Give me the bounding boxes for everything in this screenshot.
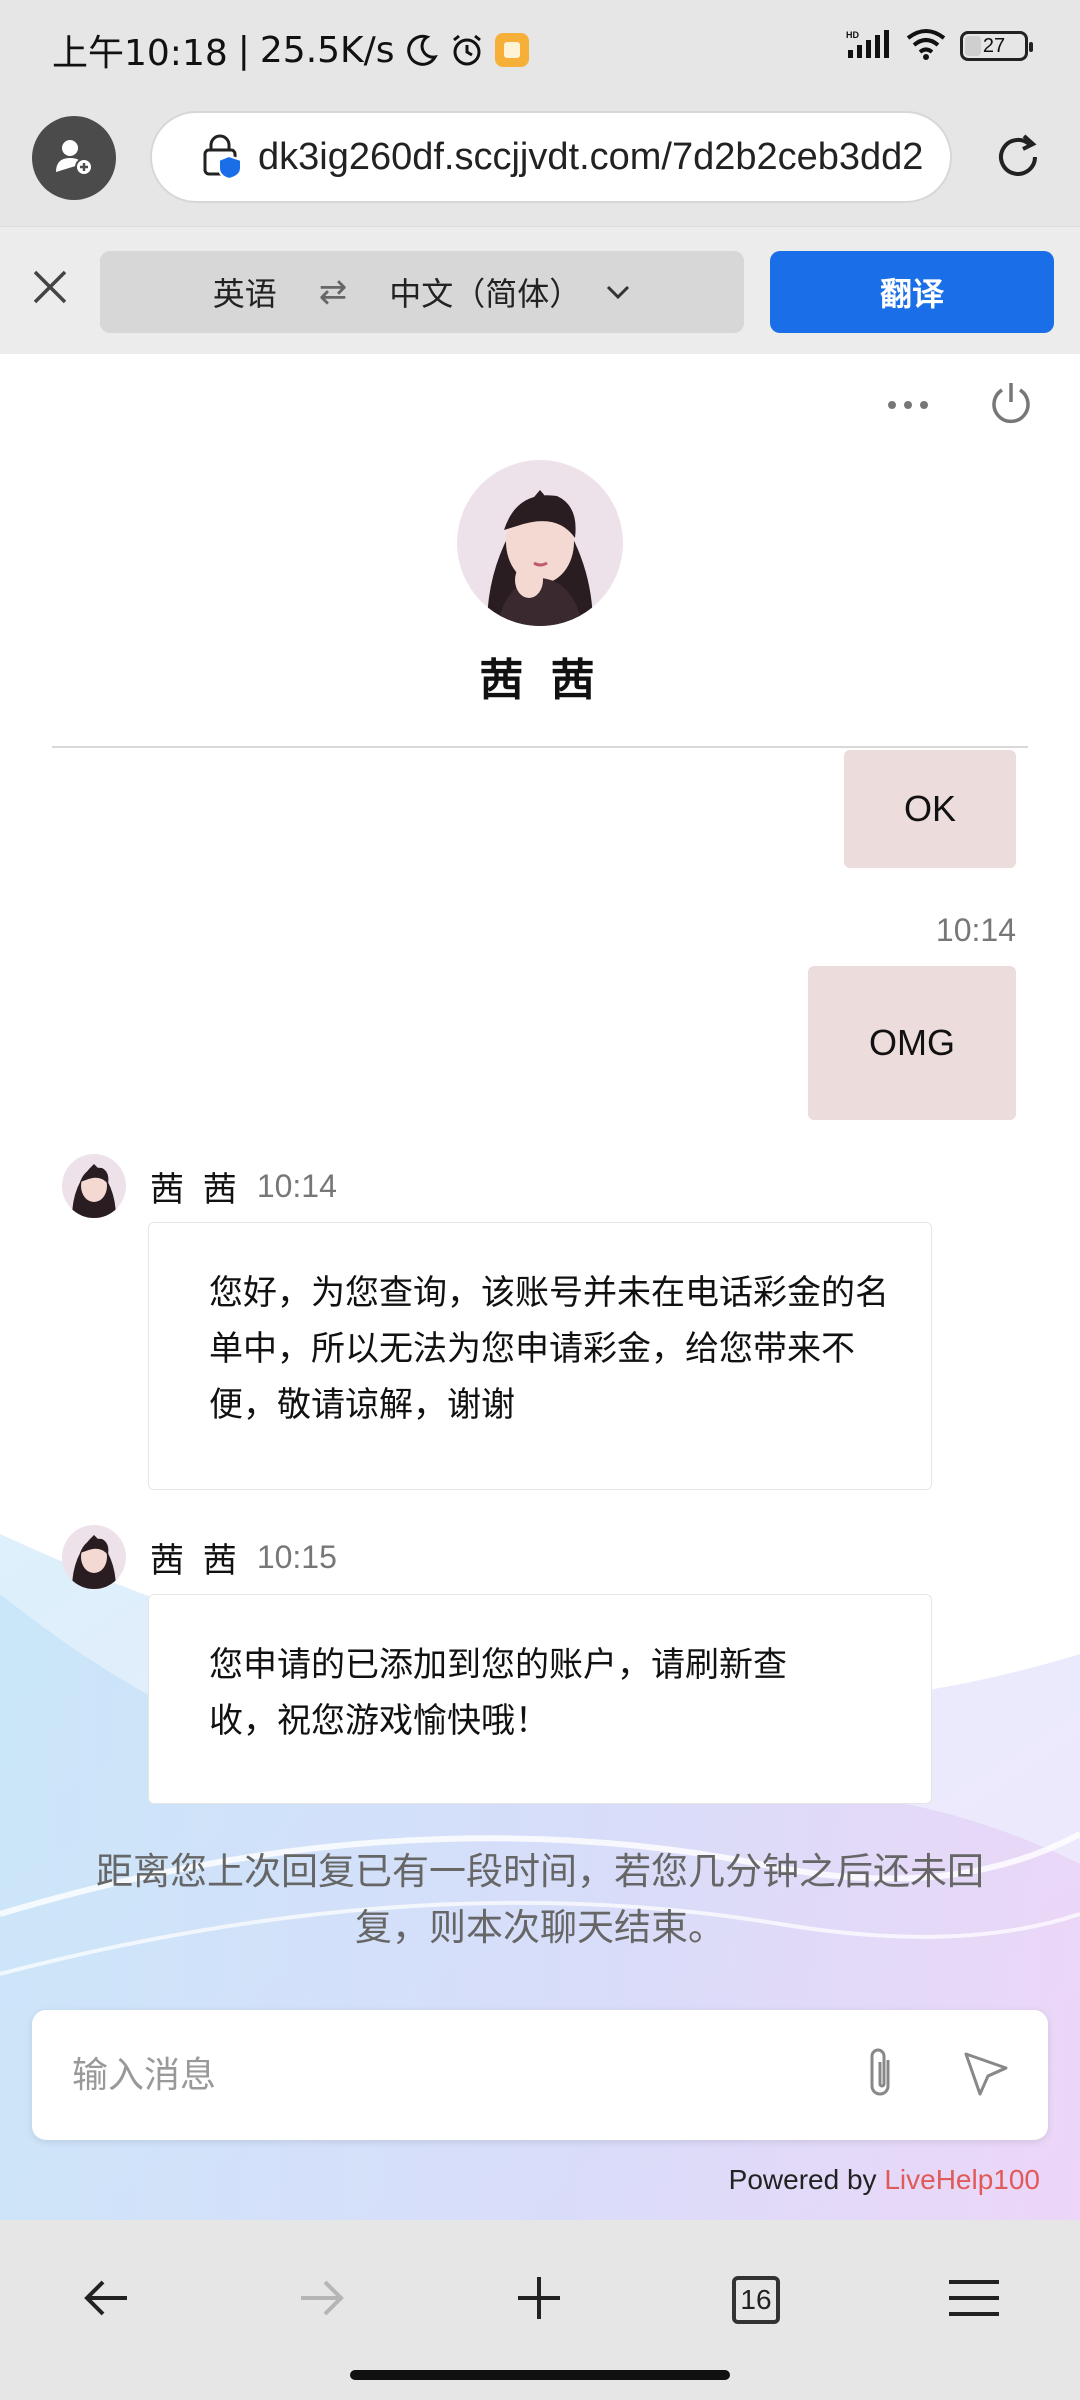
add-profile-icon [52, 134, 96, 182]
attach-button[interactable] [852, 2048, 908, 2104]
more-options-button[interactable] [880, 382, 936, 428]
more-dots-icon [886, 396, 930, 415]
back-icon [81, 2276, 131, 2324]
sender-name: 茜 茜 [150, 1540, 241, 1581]
status-bar: 上午10:18 | 25.5K/s HD 27 [0, 0, 1080, 96]
powered-by-link[interactable]: LiveHelp100 [884, 2164, 1040, 2195]
powered-by: Powered by LiveHelp100 [729, 2164, 1040, 2196]
forward-icon [297, 2276, 347, 2324]
new-tab-button[interactable] [499, 2260, 579, 2340]
moon-icon [405, 33, 439, 67]
svg-text:HD: HD [846, 30, 859, 40]
address-bar[interactable]: dk3ig260df.sccjjvdt.com/7d2b2ceb3dd2 [150, 111, 952, 203]
battery-icon: 27 [960, 31, 1033, 61]
notification-app-icon [494, 33, 529, 67]
agent-avatar [457, 460, 623, 626]
back-button[interactable] [66, 2260, 146, 2340]
powered-by-label: Powered by [728, 2164, 877, 2195]
message-time: 10:14 [256, 1167, 337, 1204]
menu-button[interactable] [934, 2260, 1014, 2340]
message-input[interactable] [72, 2045, 832, 2105]
outgoing-timestamp: 10:14 [935, 912, 1016, 948]
send-button[interactable] [956, 2046, 1016, 2106]
status-time: 上午10:18 [52, 33, 228, 74]
network-speed: 25.5K/s [259, 29, 395, 71]
alarm-icon [449, 32, 485, 68]
translate-button[interactable]: 翻译 [770, 251, 1054, 333]
secure-lock-icon[interactable] [200, 134, 246, 180]
reload-icon [991, 130, 1045, 188]
send-icon [960, 2048, 1012, 2104]
outgoing-message: OK [844, 750, 1016, 868]
menu-icon [947, 2276, 1001, 2324]
translate-close-button[interactable] [26, 265, 74, 313]
battery-fill [965, 36, 981, 56]
incoming-message: 您申请的已添加到您的账户，请刷新查收，祝您游戏愉快哦！ [148, 1594, 932, 1804]
reload-button[interactable] [988, 129, 1048, 189]
agent-avatar-small [62, 1154, 126, 1218]
outgoing-message: OMG [808, 966, 1016, 1120]
power-icon [988, 380, 1034, 430]
agent-name: 茜 茜 [479, 655, 601, 706]
incoming-message-header: 茜 茜 10:14 [62, 1154, 337, 1218]
message-composer [32, 2010, 1048, 2140]
translate-bar: 英语 ⇄ 中文（简体） 翻译 [0, 226, 1080, 354]
status-right: HD 27 [846, 28, 1033, 64]
forward-button[interactable] [282, 2260, 362, 2340]
agent-avatar-small [62, 1525, 126, 1589]
battery-level: 27 [982, 34, 1006, 57]
incoming-message-header: 茜 茜 10:15 [62, 1525, 337, 1589]
url-text: dk3ig260df.sccjjvdt.com/7d2b2ceb3dd2 [258, 135, 924, 178]
paperclip-icon [860, 2046, 900, 2106]
language-selector[interactable]: 英语 ⇄ 中文（简体） [100, 251, 744, 333]
incoming-message: 您好，为您查询，该账号并未在电话彩金的名单中，所以无法为您申请彩金，给您带来不便… [148, 1222, 932, 1490]
hd-signal-icon: HD [846, 28, 892, 64]
idle-timeout-notice: 距离您上次回复已有一段时间，若您几分钟之后还未回复，则本次聊天结束。 [96, 1850, 984, 1949]
chat-page: 茜 茜 OK 10:14 OMG 茜 茜 10:14 您好，为您查询，该账号并未… [0, 354, 1080, 2220]
end-chat-button[interactable] [986, 380, 1036, 430]
header-divider [52, 746, 1028, 748]
new-tab-icon [514, 2273, 564, 2327]
message-time: 10:15 [256, 1538, 337, 1575]
tab-count-icon: 16 [732, 2276, 780, 2324]
status-left: 上午10:18 | 25.5K/s [52, 24, 529, 76]
swap-languages-icon[interactable]: ⇄ [319, 272, 348, 312]
wifi-icon [906, 28, 946, 64]
tabs-button[interactable]: 16 [716, 2260, 796, 2340]
chevron-down-icon[interactable] [605, 282, 631, 302]
close-icon [31, 268, 69, 310]
source-language[interactable]: 英语 [213, 269, 277, 315]
add-profile-button[interactable] [32, 116, 116, 200]
target-language[interactable]: 中文（简体） [389, 269, 581, 315]
url-row: dk3ig260df.sccjjvdt.com/7d2b2ceb3dd2 [0, 96, 1080, 226]
home-indicator [350, 2370, 730, 2380]
sender-name: 茜 茜 [150, 1169, 241, 1210]
